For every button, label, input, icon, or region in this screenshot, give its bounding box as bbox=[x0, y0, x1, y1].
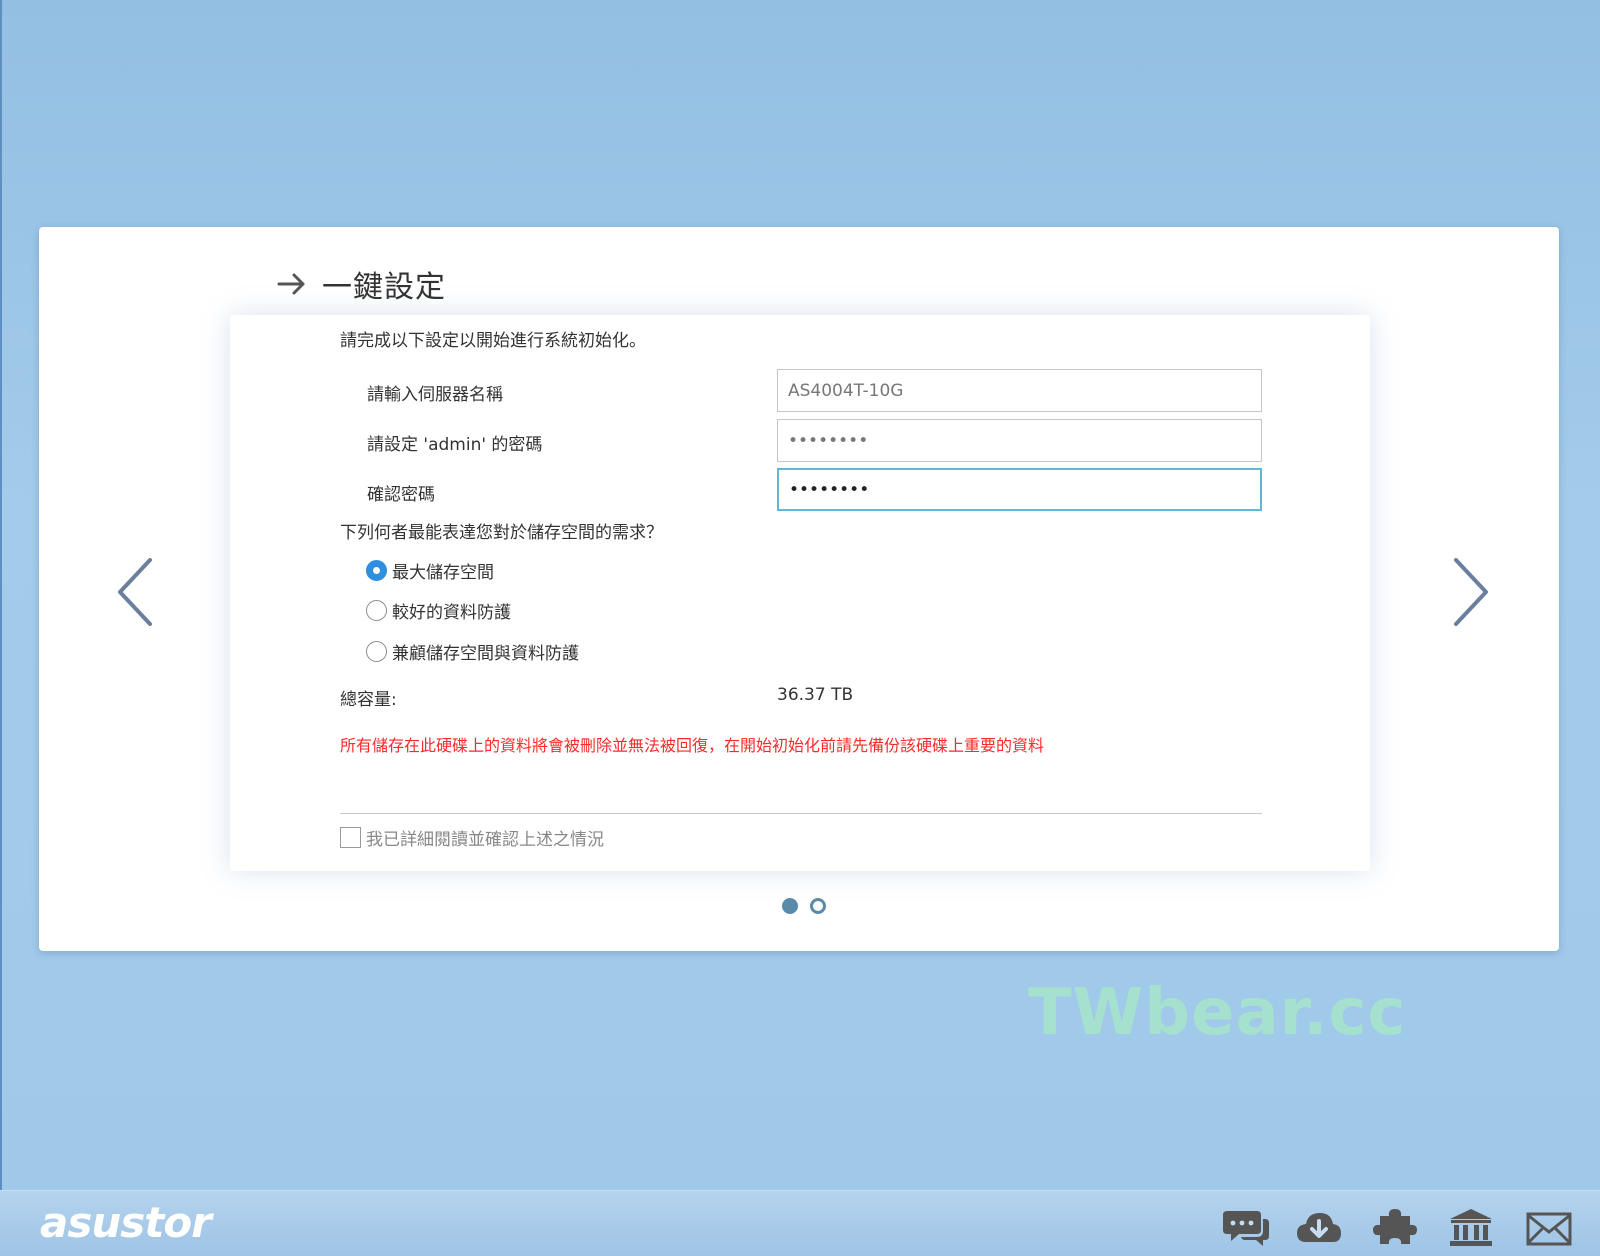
page-title: 一鍵設定 bbox=[322, 270, 446, 305]
confirm-password-label: 確認密碼 bbox=[367, 485, 435, 505]
admin-password-input[interactable] bbox=[777, 419, 1262, 462]
radio-button[interactable] bbox=[366, 600, 387, 621]
server-name-label: 請輸入伺服器名稱 bbox=[367, 385, 503, 405]
confirm-checkbox[interactable] bbox=[340, 827, 361, 848]
option-label: 兼顧儲存空間與資料防護 bbox=[392, 644, 579, 664]
capacity-label: 總容量: bbox=[340, 690, 397, 710]
option-balanced[interactable]: 兼顧儲存空間與資料防護 bbox=[366, 639, 579, 664]
mail-icon[interactable] bbox=[1526, 1208, 1572, 1248]
confirm-label: 我已詳細閱讀並確認上述之情況 bbox=[366, 830, 604, 850]
chevron-right-icon[interactable] bbox=[1448, 556, 1492, 628]
confirm-password-input[interactable] bbox=[777, 468, 1262, 511]
puzzle-icon[interactable] bbox=[1372, 1208, 1418, 1248]
confirm-checkbox-row[interactable]: 我已詳細閱讀並確認上述之情況 bbox=[340, 825, 604, 850]
footer-bar bbox=[0, 1190, 1600, 1256]
storage-question: 下列何者最能表達您對於儲存空間的需求？ bbox=[340, 523, 663, 543]
wizard-header: 一鍵設定 bbox=[276, 262, 446, 306]
option-label: 最大儲存空間 bbox=[392, 563, 494, 583]
divider bbox=[340, 813, 1262, 814]
option-label: 較好的資料防護 bbox=[392, 603, 511, 623]
warning-text: 所有儲存在此硬碟上的資料將會被刪除並無法被回復，在開始初始化前請先備份該硬碟上重… bbox=[340, 736, 1045, 755]
cloud-download-icon[interactable] bbox=[1296, 1208, 1342, 1248]
arrow-right-icon bbox=[277, 273, 305, 295]
chat-icon[interactable] bbox=[1223, 1208, 1269, 1248]
server-name-input[interactable] bbox=[777, 369, 1262, 412]
admin-password-label: 請設定 'admin' 的密碼 bbox=[367, 435, 543, 455]
intro-text: 請完成以下設定以開始進行系統初始化。 bbox=[340, 331, 646, 351]
watermark: TWbear.cc bbox=[1028, 976, 1407, 1050]
page-dot[interactable] bbox=[810, 898, 826, 914]
pagination-dots bbox=[782, 898, 826, 914]
asustor-logo: asustor bbox=[40, 1198, 212, 1247]
bank-icon[interactable] bbox=[1448, 1208, 1494, 1248]
radio-button[interactable] bbox=[366, 641, 387, 662]
page-dot-active[interactable] bbox=[782, 898, 798, 914]
radio-button-checked[interactable] bbox=[366, 560, 387, 581]
option-max-storage[interactable]: 最大儲存空間 bbox=[366, 558, 494, 583]
chevron-left-icon[interactable] bbox=[114, 556, 158, 628]
window-edge bbox=[0, 0, 2, 1256]
capacity-value: 36.37 TB bbox=[777, 685, 854, 705]
option-data-protection[interactable]: 較好的資料防護 bbox=[366, 598, 511, 623]
